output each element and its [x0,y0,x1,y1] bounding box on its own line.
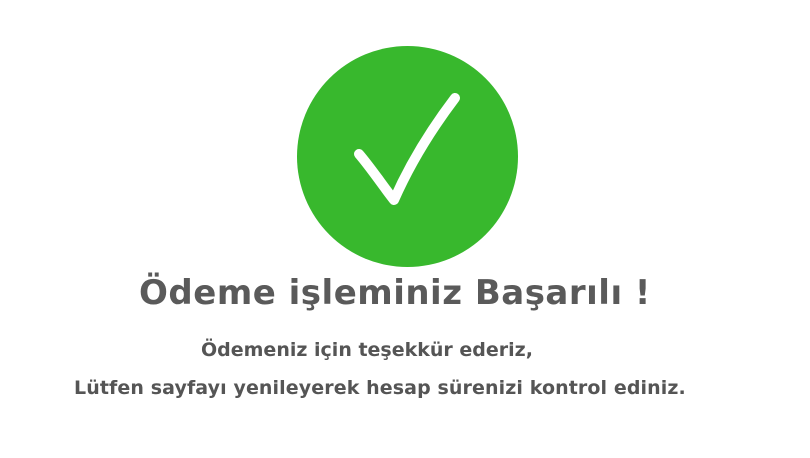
check-icon [354,93,460,205]
success-badge [297,46,518,267]
thanks-message: Ödemeniz için teşekkür ederiz, [201,339,533,361]
payment-success-title: Ödeme işleminiz Başarılı ! [139,273,651,313]
refresh-info-message: Lütfen sayfayı yenileyerek hesap süreniz… [74,377,686,399]
